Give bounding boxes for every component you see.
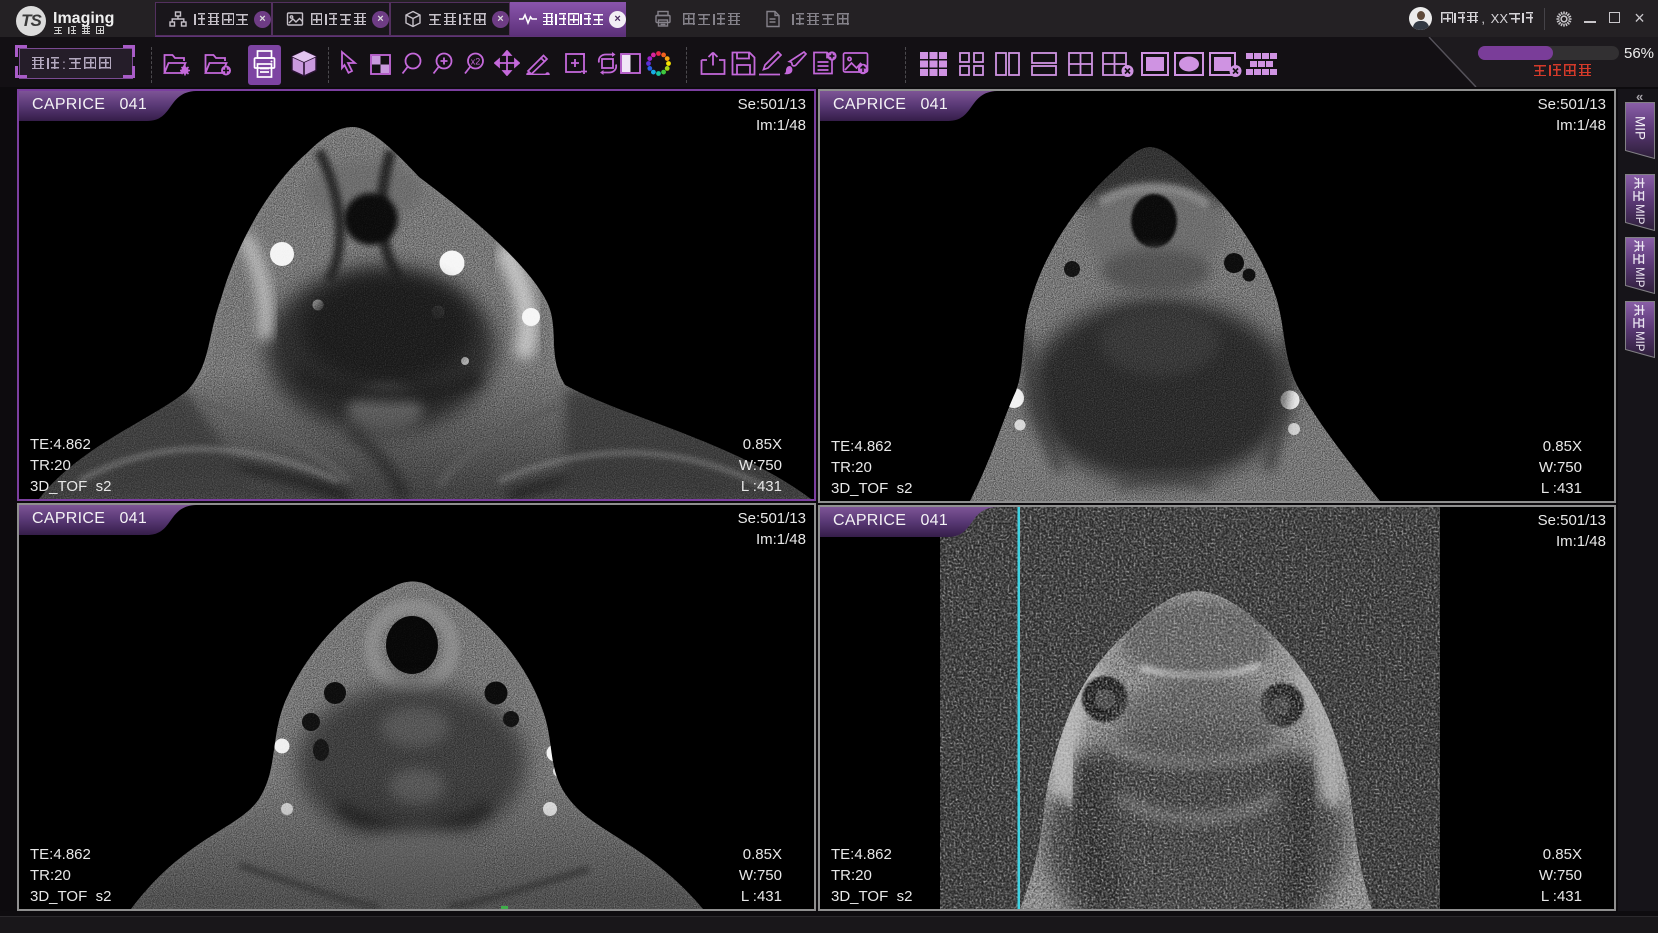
- svg-text:MIP: MIP: [1633, 116, 1648, 140]
- svg-text:x2: x2: [471, 57, 481, 67]
